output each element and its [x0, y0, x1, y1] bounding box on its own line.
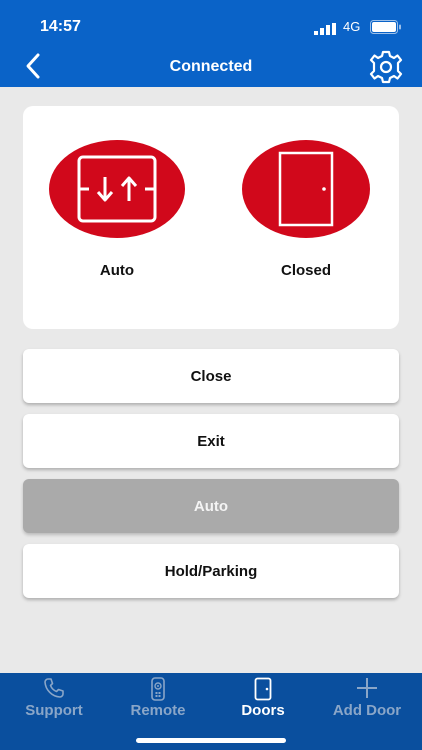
mode-status: Auto [47, 140, 187, 279]
tab-doors-label: Doors [241, 702, 285, 719]
tab-remote-label: Remote [130, 702, 186, 719]
tab-support[interactable]: Support [2, 673, 106, 733]
home-indicator [136, 738, 286, 743]
tab-support-label: Support [25, 702, 83, 719]
signal-icon [314, 22, 338, 40]
tab-remote[interactable]: Remote [106, 673, 210, 733]
clock-time: 14:57 [40, 18, 81, 35]
auto-mode-icon [77, 155, 157, 223]
network-type: 4G [343, 19, 361, 34]
door-status-label: Closed [280, 262, 331, 279]
hold-parking-button[interactable]: Hold/Parking [23, 544, 399, 598]
mode-status-circle [49, 140, 185, 238]
auto-button[interactable]: Auto [23, 479, 399, 533]
page-title: Connected [169, 58, 253, 75]
battery-icon [370, 20, 402, 39]
door-status-card: Auto Closed [23, 106, 399, 329]
mode-status-label: Auto [99, 262, 135, 279]
status-bar: 14:57 4G [0, 0, 422, 46]
plus-icon [356, 677, 378, 704]
door-state-status: Closed [236, 140, 376, 279]
tab-add-door-label: Add Door [332, 702, 402, 719]
door-status-circle [242, 140, 370, 238]
exit-button[interactable]: Exit [23, 414, 399, 468]
tab-add-door[interactable]: Add Door [315, 673, 419, 733]
tab-doors[interactable]: Doors [211, 673, 315, 733]
close-button[interactable]: Close [23, 349, 399, 403]
phone-icon [43, 677, 65, 704]
top-bar: 14:57 4G Connected [0, 0, 422, 87]
settings-button[interactable] [368, 50, 404, 84]
door-closed-icon [278, 151, 334, 227]
gear-icon [369, 50, 403, 84]
